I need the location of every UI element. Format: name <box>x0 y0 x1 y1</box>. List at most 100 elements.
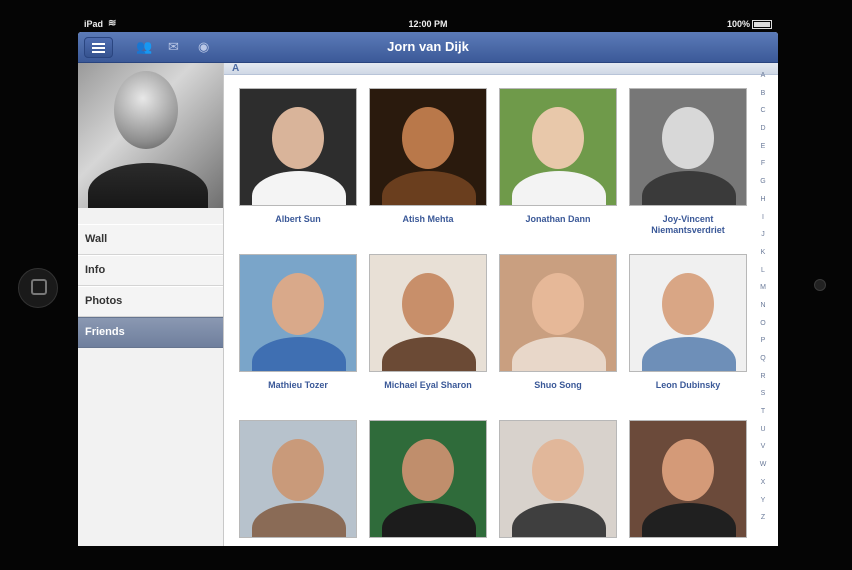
index-letter[interactable]: P <box>754 332 772 350</box>
friend-photo-shoulders <box>382 171 476 205</box>
friend-photo-face <box>402 439 454 501</box>
friend-card[interactable]: Leon Dubinsky <box>629 254 747 391</box>
friend-name[interactable]: Jonathan Dann <box>499 214 617 225</box>
index-letter[interactable]: H <box>754 191 772 209</box>
profile-photo[interactable] <box>78 63 223 208</box>
index-letter[interactable]: U <box>754 421 772 439</box>
profile-body <box>88 163 208 208</box>
index-letter[interactable]: A <box>754 67 772 85</box>
index-letter[interactable]: E <box>754 138 772 156</box>
friend-card[interactable]: Joy-Vincent Niemantsverdriet <box>629 88 747 236</box>
friend-photo[interactable] <box>239 88 357 206</box>
home-square-icon <box>31 279 47 295</box>
friend-name[interactable]: Albert Sun <box>239 214 357 225</box>
friend-card[interactable]: Michael Eyal Sharon <box>369 254 487 391</box>
friend-photo[interactable] <box>499 88 617 206</box>
sidebar-item-photos[interactable]: Photos <box>78 286 223 317</box>
friend-name[interactable]: Shuo Song <box>499 380 617 391</box>
friend-photo-face <box>272 439 324 501</box>
friend-name[interactable]: Leon Dubinsky <box>629 380 747 391</box>
index-letter[interactable]: O <box>754 315 772 333</box>
index-letter[interactable]: M <box>754 279 772 297</box>
status-bar: iPad ≋ 12:00 PM 100% <box>78 17 778 32</box>
friend-name[interactable]: Atish Mehta <box>369 214 487 225</box>
battery-icon <box>752 20 772 30</box>
index-letter[interactable]: Y <box>754 492 772 510</box>
friend-photo-shoulders <box>512 503 606 537</box>
friend-photo-face <box>272 107 324 169</box>
index-letter[interactable]: F <box>754 155 772 173</box>
index-letter[interactable]: B <box>754 85 772 103</box>
friend-photo[interactable] <box>239 254 357 372</box>
friend-photo-face <box>662 439 714 501</box>
friend-name[interactable]: Joy-Vincent Niemantsverdriet <box>629 214 747 236</box>
friend-photo-shoulders <box>252 171 346 205</box>
friend-photo-face <box>662 273 714 335</box>
index-letter[interactable]: J <box>754 226 772 244</box>
nav-bar: 👥 ✉ ◉ Jorn van Dijk <box>78 32 778 63</box>
index-letter[interactable]: I <box>754 209 772 227</box>
friend-card[interactable]: Mathieu Tozer <box>239 254 357 391</box>
friend-card[interactable] <box>499 420 617 538</box>
friend-photo-face <box>532 107 584 169</box>
friend-photo-shoulders <box>252 503 346 537</box>
friend-photo-shoulders <box>512 171 606 205</box>
friend-photo[interactable] <box>369 88 487 206</box>
friend-photo[interactable] <box>629 254 747 372</box>
alphabet-index[interactable]: ABCDEFGHIJKLMNOPQRSTUVWXYZ <box>754 67 772 527</box>
sidebar-item-wall[interactable]: Wall <box>78 224 223 255</box>
friend-name[interactable]: Mathieu Tozer <box>239 380 357 391</box>
section-header: A <box>224 63 778 75</box>
battery-label: 100% <box>726 19 750 29</box>
friend-photo-face <box>272 273 324 335</box>
friend-photo[interactable] <box>369 420 487 538</box>
index-letter[interactable]: S <box>754 385 772 403</box>
friend-card[interactable]: Jonathan Dann <box>499 88 617 225</box>
friend-card[interactable] <box>239 420 357 538</box>
friend-photo-face <box>532 273 584 335</box>
clock: 12:00 PM <box>408 19 448 29</box>
friend-photo[interactable] <box>369 254 487 372</box>
sidebar-item-info[interactable]: Info <box>78 255 223 286</box>
index-letter[interactable]: R <box>754 368 772 386</box>
friend-photo-face <box>402 273 454 335</box>
friend-photo-shoulders <box>252 337 346 371</box>
friend-photo[interactable] <box>499 254 617 372</box>
friend-card[interactable] <box>629 420 747 538</box>
index-letter[interactable]: N <box>754 297 772 315</box>
friend-card[interactable]: Shuo Song <box>499 254 617 391</box>
friend-photo-face <box>402 107 454 169</box>
sidebar-item-friends[interactable]: Friends <box>78 317 223 348</box>
index-letter[interactable]: K <box>754 244 772 262</box>
friend-photo[interactable] <box>629 420 747 538</box>
friend-card[interactable]: Atish Mehta <box>369 88 487 225</box>
friend-photo-shoulders <box>512 337 606 371</box>
friend-card[interactable] <box>369 420 487 538</box>
friend-photo-shoulders <box>382 503 476 537</box>
index-letter[interactable]: G <box>754 173 772 191</box>
friend-photo[interactable] <box>629 88 747 206</box>
friend-photo[interactable] <box>499 420 617 538</box>
index-letter[interactable]: X <box>754 474 772 492</box>
home-button[interactable] <box>18 268 58 308</box>
front-camera <box>814 279 826 291</box>
friends-grid: A Albert Sun Atish Mehta Jonathan Dann Joy-… <box>224 63 778 546</box>
index-letter[interactable]: Z <box>754 509 772 527</box>
friend-photo-face <box>662 107 714 169</box>
index-letter[interactable]: L <box>754 262 772 280</box>
index-letter[interactable]: C <box>754 102 772 120</box>
friend-photo-shoulders <box>642 337 736 371</box>
index-letter[interactable]: T <box>754 403 772 421</box>
friend-photo-shoulders <box>382 337 476 371</box>
app-screen: 👥 ✉ ◉ Jorn van Dijk Wall Info Photos Friend… <box>78 32 778 546</box>
index-letter[interactable]: Q <box>754 350 772 368</box>
profile-head <box>114 71 178 149</box>
index-letter[interactable]: V <box>754 438 772 456</box>
friend-photo[interactable] <box>239 420 357 538</box>
friend-card[interactable]: Albert Sun <box>239 88 357 225</box>
page-title: Jorn van Dijk <box>387 39 469 54</box>
index-letter[interactable]: W <box>754 456 772 474</box>
friend-name[interactable]: Michael Eyal Sharon <box>369 380 487 391</box>
index-letter[interactable]: D <box>754 120 772 138</box>
battery-indicator: 100% <box>726 19 772 30</box>
